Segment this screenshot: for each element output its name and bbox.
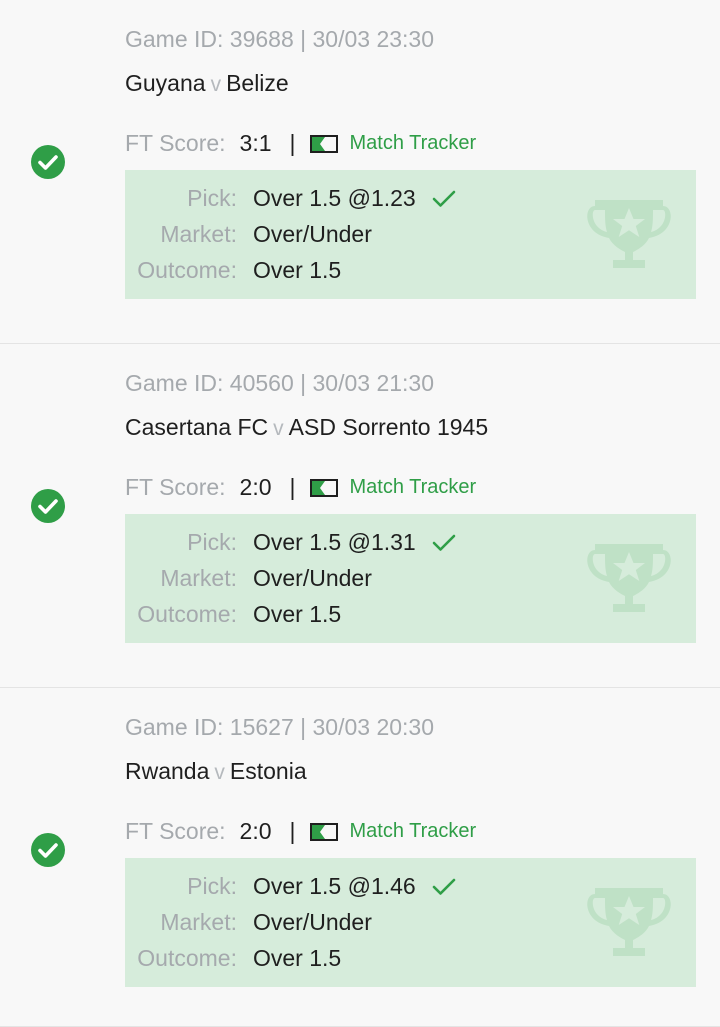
match-tracker-icon xyxy=(309,822,338,841)
away-team: Estonia xyxy=(229,758,307,784)
match-tracker-label: Match Tracker xyxy=(349,132,477,154)
pick-label: Pick: xyxy=(187,873,237,899)
score-row: FT Score: 2:0 | Match Tracker xyxy=(125,818,476,845)
separator: | xyxy=(289,818,296,844)
versus-label: v xyxy=(273,417,284,440)
home-team: Rwanda xyxy=(125,758,210,784)
market-row: Market: Over/Under xyxy=(125,909,372,936)
pick-label: Pick: xyxy=(187,185,237,211)
checkmark-icon xyxy=(432,534,456,551)
home-team: Casertana FC xyxy=(125,414,269,440)
bet-card[interactable]: Game ID: 39688 | 30/03 23:30 Guyana v Beli… xyxy=(0,0,720,344)
pick-row: Pick: Over 1.5 @1.46 xyxy=(125,873,456,900)
separator: | xyxy=(289,474,296,500)
trophy-icon xyxy=(587,544,671,612)
outcome-row: Outcome: Over 1.5 xyxy=(125,257,341,284)
separator: | xyxy=(289,130,296,156)
outcome-value: Over 1.5 xyxy=(253,257,342,283)
game-meta: Game ID: 15627 | 30/03 20:30 xyxy=(125,714,435,740)
market-row: Market: Over/Under xyxy=(125,221,372,248)
bet-card[interactable]: Game ID: 15627 | 30/03 20:30 Rwanda v Esto… xyxy=(0,688,720,1027)
pick-label: Pick: xyxy=(187,529,237,555)
trophy-icon xyxy=(587,200,671,268)
pick-details: Pick: Over 1.5 @1.31 Market: Over/Under … xyxy=(125,514,696,643)
market-row: Market: Over/Under xyxy=(125,565,372,592)
match-teams: Rwanda v Estonia xyxy=(125,758,307,785)
market-label: Market: xyxy=(160,909,237,935)
game-meta: Game ID: 40560 | 30/03 21:30 xyxy=(125,370,435,396)
checkmark-icon xyxy=(432,878,456,895)
ft-score-label: FT Score: xyxy=(125,474,226,500)
ft-score-label: FT Score: xyxy=(125,818,226,844)
match-tracker-link[interactable]: Match Tracker xyxy=(309,476,477,499)
pick-value: Over 1.5 @1.46 xyxy=(253,873,416,899)
ft-score-value: 2:0 xyxy=(239,474,272,500)
match-tracker-label: Match Tracker xyxy=(349,820,477,842)
market-label: Market: xyxy=(160,221,237,247)
versus-label: v xyxy=(214,761,225,784)
away-team: Belize xyxy=(226,70,289,96)
match-teams: Casertana FC v ASD Sorrento 1945 xyxy=(125,414,488,441)
home-team: Guyana xyxy=(125,70,206,96)
checkmark-icon xyxy=(432,190,456,207)
check-circle-icon xyxy=(31,145,65,179)
match-tracker-icon xyxy=(309,134,338,153)
market-label: Market: xyxy=(160,565,237,591)
pick-value-wrap: Over 1.5 @1.23 xyxy=(253,185,456,212)
market-value: Over/Under xyxy=(253,909,372,935)
score-row: FT Score: 2:0 | Match Tracker xyxy=(125,474,476,501)
pick-value: Over 1.5 @1.31 xyxy=(253,529,416,555)
outcome-value: Over 1.5 xyxy=(253,601,342,627)
match-tracker-icon xyxy=(309,478,338,497)
ft-score-value: 2:0 xyxy=(239,818,272,844)
market-value: Over/Under xyxy=(253,565,372,591)
ft-score-value: 3:1 xyxy=(239,130,272,156)
pick-value-wrap: Over 1.5 @1.46 xyxy=(253,873,456,900)
match-tracker-link[interactable]: Match Tracker xyxy=(309,132,477,155)
trophy-icon xyxy=(587,888,671,956)
pick-value-wrap: Over 1.5 @1.31 xyxy=(253,529,456,556)
pick-value: Over 1.5 @1.23 xyxy=(253,185,416,211)
match-tracker-link[interactable]: Match Tracker xyxy=(309,820,477,843)
score-row: FT Score: 3:1 | Match Tracker xyxy=(125,130,476,157)
ft-score-label: FT Score: xyxy=(125,130,226,156)
check-circle-icon xyxy=(31,833,65,867)
bet-history-list: Game ID: 39688 | 30/03 23:30 Guyana v Beli… xyxy=(0,0,720,1027)
match-teams: Guyana v Belize xyxy=(125,70,289,97)
outcome-value: Over 1.5 xyxy=(253,945,342,971)
outcome-label: Outcome: xyxy=(137,945,237,971)
versus-label: v xyxy=(210,73,222,96)
bet-card[interactable]: Game ID: 40560 | 30/03 21:30 Casertana F… xyxy=(0,344,720,688)
outcome-label: Outcome: xyxy=(137,601,237,627)
outcome-row: Outcome: Over 1.5 xyxy=(125,601,341,628)
pick-row: Pick: Over 1.5 @1.23 xyxy=(125,185,456,212)
game-meta: Game ID: 39688 | 30/03 23:30 xyxy=(125,26,435,52)
outcome-label: Outcome: xyxy=(137,257,237,283)
match-tracker-label: Match Tracker xyxy=(349,476,477,498)
pick-row: Pick: Over 1.5 @1.31 xyxy=(125,529,456,556)
outcome-row: Outcome: Over 1.5 xyxy=(125,945,341,972)
market-value: Over/Under xyxy=(253,221,372,247)
pick-details: Pick: Over 1.5 @1.23 Market: Over/Under … xyxy=(125,170,696,299)
pick-details: Pick: Over 1.5 @1.46 Market: Over/Under … xyxy=(125,858,696,987)
away-team: ASD Sorrento 1945 xyxy=(288,414,489,440)
check-circle-icon xyxy=(31,489,65,523)
